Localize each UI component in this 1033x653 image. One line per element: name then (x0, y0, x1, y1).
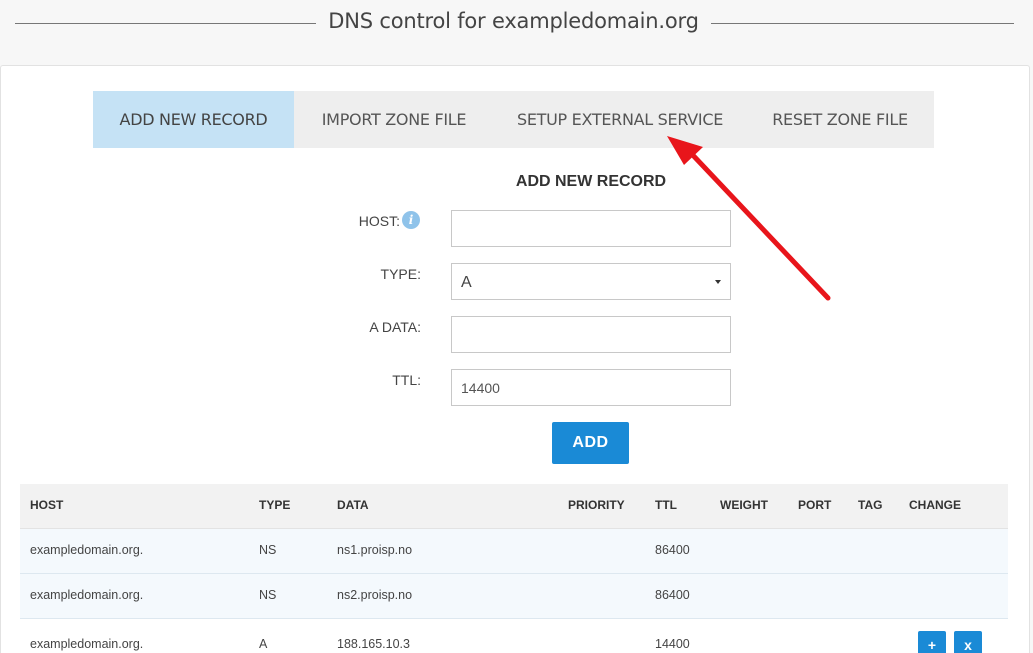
dns-control-page: DNS control for exampledomain.org ADD NE… (0, 0, 1033, 653)
tab-bar: ADD NEW RECORD IMPORT ZONE FILE SETUP EX… (93, 91, 934, 148)
column-header-port: PORT (798, 498, 832, 512)
type-select-value: A (461, 274, 472, 291)
host-label: HOST: (358, 213, 400, 229)
column-header-type: TYPE (259, 498, 291, 512)
edit-record-button[interactable]: + (918, 631, 946, 653)
row-type: NS (259, 543, 277, 557)
title-divider-left (15, 23, 316, 24)
row-type: A (259, 637, 268, 651)
type-select[interactable]: A (451, 263, 731, 300)
title-divider-right (711, 23, 1014, 24)
column-header-weight: WEIGHT (720, 498, 768, 512)
row-data: 188.165.10.3 (337, 637, 410, 651)
column-header-change: CHANGE (909, 498, 962, 512)
add-button[interactable]: ADD (552, 422, 629, 464)
column-header-priority: PRIORITY (568, 498, 625, 512)
tab-reset-zone-file[interactable]: RESET ZONE FILE (746, 91, 934, 148)
info-icon[interactable]: i (402, 211, 420, 229)
tab-add-new-record[interactable]: ADD NEW RECORD (93, 91, 294, 148)
form-title: ADD NEW RECORD (515, 173, 667, 190)
row-ttl: 86400 (655, 543, 690, 557)
page-header: DNS control for exampledomain.org (0, 0, 1033, 46)
column-header-data: DATA (337, 498, 369, 512)
ttl-input[interactable] (451, 369, 731, 406)
records-table-header: HOST TYPE DATA PRIORITY TTL WEIGHT PORT … (20, 484, 1008, 529)
row-host: exampledomain.org. (30, 637, 144, 651)
column-header-tag: TAG (858, 498, 883, 512)
tab-setup-external-service[interactable]: SETUP EXTERNAL SERVICE (494, 91, 746, 148)
adata-input[interactable] (451, 316, 731, 353)
row-data: ns1.proisp.no (337, 543, 413, 557)
row-host: exampledomain.org. (30, 543, 144, 557)
type-label: TYPE: (380, 266, 421, 282)
adata-label: A DATA: (369, 319, 421, 335)
column-header-ttl: TTL (655, 498, 677, 512)
row-host: exampledomain.org. (30, 588, 144, 602)
row-type: NS (259, 588, 277, 602)
table-row: exampledomain.org. NS ns1.proisp.no 8640… (20, 529, 1008, 574)
row-ttl: 86400 (655, 588, 690, 602)
column-header-host: HOST (30, 498, 64, 512)
tab-import-zone-file[interactable]: IMPORT ZONE FILE (294, 91, 494, 148)
host-input[interactable] (451, 210, 731, 247)
row-data: ns2.proisp.no (337, 588, 413, 602)
caret-down-icon (715, 280, 721, 284)
table-row: exampledomain.org. NS ns2.proisp.no 8640… (20, 574, 1008, 619)
page-title: DNS control for exampledomain.org (328, 9, 699, 33)
delete-record-button[interactable]: x (954, 631, 982, 653)
ttl-label: TTL: (392, 372, 421, 388)
row-ttl: 14400 (655, 637, 690, 651)
table-row: exampledomain.org. A 188.165.10.3 14400 … (20, 619, 1008, 653)
